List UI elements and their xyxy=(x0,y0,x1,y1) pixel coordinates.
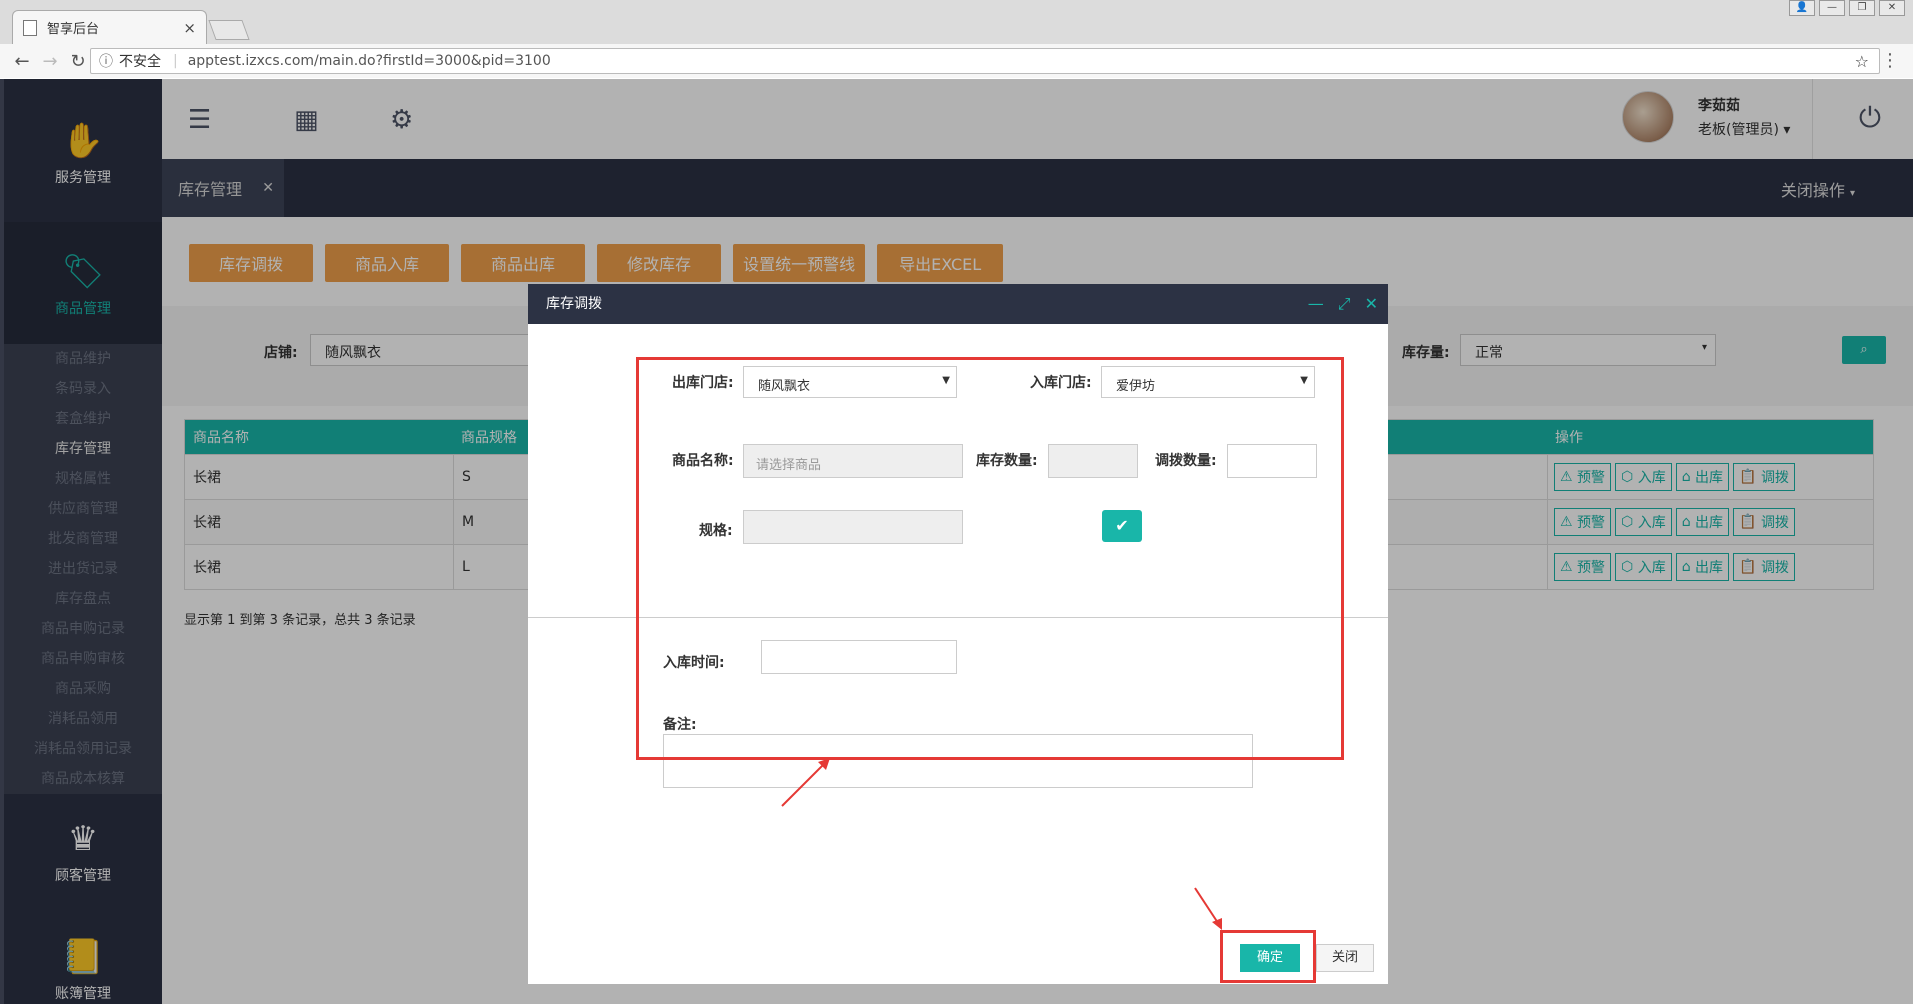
back-icon[interactable]: ← xyxy=(8,51,36,72)
minimize-icon[interactable]: — xyxy=(1819,0,1845,16)
forward-icon[interactable]: → xyxy=(36,51,64,72)
close-button[interactable]: 关闭 xyxy=(1316,944,1374,972)
browser-tabbar: 智享后台 × 👤 — ❐ ✕ xyxy=(0,0,1913,44)
url-text: apptest.izxcs.com/main.do?firstId=3000&p… xyxy=(187,53,551,69)
address-divider: | xyxy=(173,53,178,69)
browser-menu-icon[interactable]: ⋮ xyxy=(1881,50,1899,71)
security-label: 不安全 xyxy=(119,54,161,70)
browser-tab-title: 智享后台 xyxy=(47,22,100,37)
page-icon xyxy=(23,19,37,36)
restore-icon[interactable]: ❐ xyxy=(1849,0,1875,16)
maximize-icon[interactable]: ⤢ xyxy=(1338,284,1351,324)
annotation-box-form xyxy=(636,357,1344,760)
dialog-title: 库存调拨 xyxy=(546,296,602,312)
annotation-box-ok xyxy=(1220,930,1316,983)
browser-navbar: ← → ↻ ⓘ 不安全 | apptest.izxcs.com/main.do?… xyxy=(0,44,1913,78)
close-window-icon[interactable]: ✕ xyxy=(1879,0,1905,16)
new-tab-button[interactable] xyxy=(208,20,250,40)
address-bar[interactable]: ⓘ 不安全 | apptest.izxcs.com/main.do?firstI… xyxy=(90,48,1880,74)
bookmark-star-icon[interactable]: ☆ xyxy=(1855,52,1869,71)
info-icon: ⓘ xyxy=(99,54,113,70)
window-controls: 👤 — ❐ ✕ xyxy=(1789,0,1905,16)
reload-icon[interactable]: ↻ xyxy=(64,51,92,72)
browser-tab[interactable]: 智享后台 × xyxy=(12,10,207,44)
minimize-icon[interactable]: — xyxy=(1308,284,1324,324)
dialog-header: 库存调拨 — ⤢ ✕ xyxy=(528,284,1388,324)
user-icon[interactable]: 👤 xyxy=(1789,0,1815,16)
close-tab-icon[interactable]: × xyxy=(183,19,196,37)
close-icon[interactable]: ✕ xyxy=(1365,284,1378,324)
browser-chrome: 智享后台 × 👤 — ❐ ✕ ← → ↻ ⓘ 不安全 | apptest.izx… xyxy=(0,0,1913,78)
